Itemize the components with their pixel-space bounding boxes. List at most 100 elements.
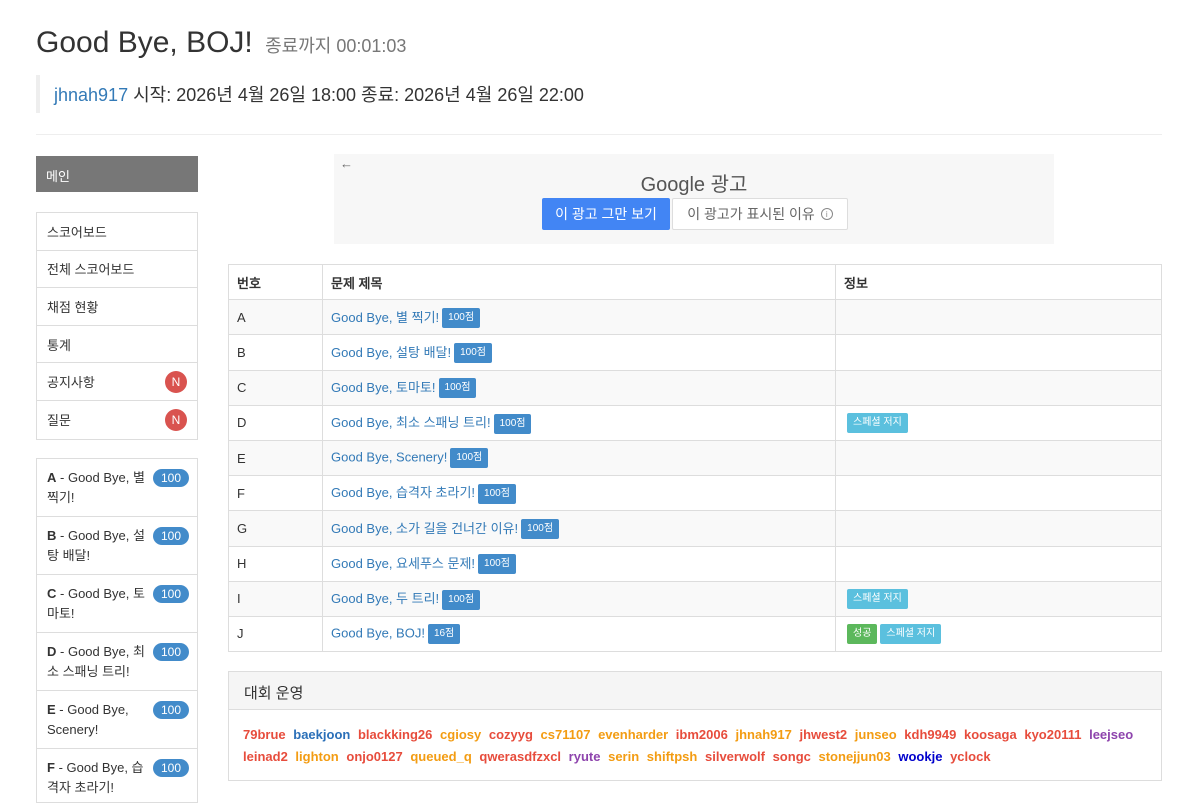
staff-user-link[interactable]: silverwolf	[705, 749, 765, 764]
staff-user-link[interactable]: cs71107	[541, 727, 591, 742]
staff-user-link[interactable]: cgiosy	[440, 727, 481, 742]
problem-link[interactable]: Good Bye, 별 찍기!	[331, 310, 439, 325]
staff-user-link[interactable]: leinad2	[243, 749, 288, 764]
problem-number: G	[228, 510, 323, 547]
contest-title: Good Bye, BOJ!	[36, 26, 253, 59]
problem-number: H	[228, 545, 323, 582]
score-label: 100점	[493, 413, 532, 434]
sidebar-item-scoreboard[interactable]: 스코어보드	[37, 213, 197, 251]
sidebar-item-label: 전체 스코어보드	[47, 262, 135, 278]
problem-link[interactable]: Good Bye, 두 트리!	[331, 591, 439, 606]
sidebar-problem-d[interactable]: D - Good Bye, 최소 스패닝 트리! 100	[37, 633, 197, 691]
staff-user-link[interactable]: wookje	[898, 749, 942, 764]
problem-title: Good Bye, 설탕 배달!	[47, 528, 145, 563]
sidebar-problem-b[interactable]: B - Good Bye, 설탕 배달! 100	[37, 517, 197, 575]
problem-id: B	[47, 528, 57, 543]
problem-link[interactable]: Good Bye, 설탕 배달!	[331, 345, 451, 360]
problem-title-cell: Good Bye, Scenery! 100점	[322, 439, 836, 477]
sidebar-problem-c[interactable]: C - Good Bye, 토마토! 100	[37, 575, 197, 633]
sidebar-item-statistics[interactable]: 통계	[37, 326, 197, 364]
stop-ad-button[interactable]: 이 광고 그만 보기	[542, 198, 670, 230]
staff-user-link[interactable]: 79brue	[243, 727, 286, 742]
staff-user-link[interactable]: onjo0127	[346, 749, 402, 764]
problem-link[interactable]: Good Bye, 요세푸스 문제!	[331, 556, 475, 571]
sidebar-main[interactable]: 메인	[36, 156, 198, 192]
problem-id: C	[47, 586, 57, 601]
staff-user-link[interactable]: evenharder	[598, 727, 668, 742]
staff-user-link[interactable]: queued_q	[410, 749, 471, 764]
staff-user-link[interactable]: blackking26	[358, 727, 432, 742]
score-label: 100점	[442, 308, 481, 329]
sidebar-problem-f[interactable]: F - Good Bye, 습격자 초라기! 100	[37, 749, 197, 802]
problem-table: 번호 문제 제목 정보 A Good Bye, 별 찍기! 100점 B Good By…	[228, 263, 1162, 653]
sidebar-item-label: 스코어보드	[47, 224, 107, 240]
problem-link[interactable]: Good Bye, 최소 스패닝 트리!	[331, 415, 491, 430]
problem-number: C	[228, 369, 323, 406]
problem-link[interactable]: Good Bye, 토마토!	[331, 380, 436, 395]
why-ad-label: 이 광고가 표시된 이유	[687, 206, 815, 222]
problem-link[interactable]: Good Bye, 소가 길을 건너간 이유!	[331, 521, 518, 536]
success-label: 성공	[847, 623, 878, 644]
staff-user-link[interactable]: stonejjun03	[819, 749, 891, 764]
problem-link[interactable]: Good Bye, Scenery!	[331, 449, 447, 464]
column-header: 정보	[835, 263, 1162, 301]
score-label: 100점	[450, 448, 489, 469]
score-badge: 100	[152, 643, 189, 661]
problem-link[interactable]: Good Bye, 습격자 초라기!	[331, 485, 475, 500]
problem-id: A	[47, 470, 57, 485]
staff-user-link[interactable]: shiftpsh	[647, 749, 698, 764]
staff-user-link[interactable]: koosaga	[964, 727, 1017, 742]
problem-number: J	[228, 615, 323, 653]
staff-user-link[interactable]: junseo	[855, 727, 897, 742]
staff-user-link[interactable]: lighton	[295, 749, 338, 764]
table-row: H Good Bye, 요세푸스 문제! 100점	[228, 545, 1162, 582]
google-ad-label: Google 광고	[640, 174, 748, 196]
staff-user-link[interactable]: cozyyg	[489, 727, 533, 742]
problem-link[interactable]: Good Bye, BOJ!	[331, 625, 425, 640]
staff-user-link[interactable]: leejseo	[1089, 727, 1133, 742]
staff-user-link[interactable]: kdh9949	[904, 727, 956, 742]
special-judge-label: 스페셜 저지	[847, 412, 908, 433]
problem-title-cell: Good Bye, 습격자 초라기! 100점	[322, 475, 836, 512]
problem-title-cell: Good Bye, 요세푸스 문제! 100점	[322, 545, 836, 582]
problem-number: F	[228, 475, 323, 512]
table-header-row: 번호 문제 제목 정보	[228, 263, 1162, 301]
sidebar-item-notice[interactable]: 공지사항 N	[37, 363, 197, 401]
staff-user-link[interactable]: qwerasdfzxcl	[479, 749, 561, 764]
sidebar-item-label: 채점 현황	[47, 299, 99, 315]
sidebar-item-full-scoreboard[interactable]: 전체 스코어보드	[37, 251, 197, 289]
staff-user-link[interactable]: ibm2006	[676, 727, 728, 742]
problem-id: D	[47, 644, 57, 659]
why-ad-button[interactable]: 이 광고가 표시된 이유 i	[672, 198, 848, 230]
problem-number: D	[228, 404, 323, 441]
staff-user-link[interactable]: jhnah917	[735, 727, 791, 742]
problem-id: F	[47, 760, 55, 775]
sidebar-problem-a[interactable]: A - Good Bye, 별 찍기! 100	[37, 459, 197, 517]
table-row: F Good Bye, 습격자 초라기! 100점	[228, 475, 1162, 512]
staff-user-link[interactable]: jhwest2	[799, 727, 847, 742]
problem-title-cell: Good Bye, 설탕 배달! 100점	[322, 334, 836, 371]
problem-title: Good Bye, 별 찍기!	[47, 470, 145, 505]
sidebar-item-status[interactable]: 채점 현황	[37, 288, 197, 326]
sidebar-menu: 스코어보드 전체 스코어보드 채점 현황 통계 공지사항 N 질문 N	[36, 212, 198, 440]
staff-heading: 대회 운영	[229, 672, 1161, 710]
problem-title-cell: Good Bye, 소가 길을 건너간 이유! 100점	[322, 510, 836, 547]
table-row: B Good Bye, 설탕 배달! 100점	[228, 334, 1162, 371]
staff-user-link[interactable]: songc	[773, 749, 811, 764]
problem-info	[835, 510, 1162, 547]
staff-user-link[interactable]: serin	[608, 749, 639, 764]
score-label: 16점	[427, 623, 461, 644]
sidebar-item-questions[interactable]: 질문 N	[37, 401, 197, 439]
staff-user-link[interactable]: baekjoon	[293, 727, 350, 742]
table-row: C Good Bye, 토마토! 100점	[228, 369, 1162, 406]
score-badge: 100	[152, 469, 189, 487]
problem-title-cell: Good Bye, 토마토! 100점	[322, 369, 836, 406]
staff-user-link[interactable]: kyo20111	[1024, 727, 1081, 742]
staff-user-link[interactable]: yclock	[950, 749, 990, 764]
sidebar-problem-e[interactable]: E - Good Bye, Scenery! 100	[37, 691, 197, 749]
new-badge: N	[165, 370, 187, 393]
user-link[interactable]: jhnah917	[54, 85, 128, 105]
staff-list: 79brue baekjoon blackking26 cgiosy cozyy…	[229, 710, 1161, 782]
staff-user-link[interactable]: ryute	[569, 749, 601, 764]
countdown: 종료까지 00:01:03	[265, 36, 407, 56]
